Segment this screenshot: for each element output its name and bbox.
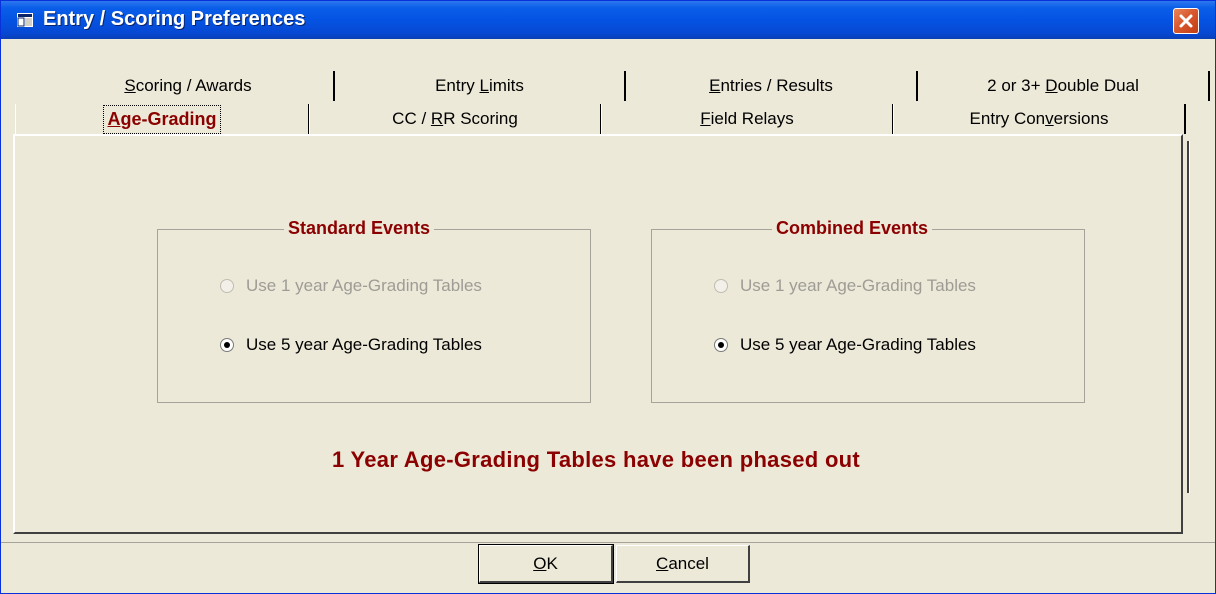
close-icon xyxy=(1179,14,1193,28)
tab-entries-results[interactable]: Entries / Results xyxy=(626,71,918,101)
radio-button xyxy=(714,279,728,293)
tab-stack-edge-highlight xyxy=(1189,141,1190,493)
tab-entry-limits[interactable]: Entry Limits xyxy=(335,71,626,101)
standard-5-year-option[interactable]: Use 5 year Age-Grading Tables xyxy=(220,335,482,355)
radio-button xyxy=(220,279,234,293)
title-bar[interactable]: Entry / Scoring Preferences xyxy=(1,1,1215,39)
window-title: Entry / Scoring Preferences xyxy=(43,8,306,30)
tab-age-grading[interactable]: Age-Grading xyxy=(15,104,310,134)
tab-entry-conversions[interactable]: Entry Conversions xyxy=(893,104,1186,134)
phase-out-notice: 1 Year Age-Grading Tables have been phas… xyxy=(331,447,861,472)
radio-button[interactable] xyxy=(220,338,234,352)
tab-cc-rr-scoring[interactable]: CC / RR Scoring xyxy=(309,104,602,134)
standard-events-group: Standard Events Use 1 year Age-Grading T… xyxy=(157,218,591,403)
standard-1-year-option: Use 1 year Age-Grading Tables xyxy=(220,276,482,296)
close-button[interactable] xyxy=(1173,8,1199,34)
tab-page-age-grading: Standard Events Use 1 year Age-Grading T… xyxy=(13,134,1183,534)
combined-events-group: Combined Events Use 1 year Age-Grading T… xyxy=(651,218,1085,403)
app-window-icon xyxy=(17,13,33,27)
radio-button[interactable] xyxy=(714,338,728,352)
combined-5-year-option[interactable]: Use 5 year Age-Grading Tables xyxy=(714,335,976,355)
tab-scoring-awards[interactable]: Scoring / Awards xyxy=(43,71,335,101)
tab-field-relays[interactable]: Field Relays xyxy=(601,104,894,134)
group-title: Standard Events xyxy=(284,218,435,239)
tab-double-dual[interactable]: 2 or 3+ Double Dual xyxy=(918,71,1210,101)
group-title: Combined Events xyxy=(772,218,933,239)
combined-1-year-option: Use 1 year Age-Grading Tables xyxy=(714,276,976,296)
ok-button[interactable]: OK xyxy=(478,544,614,584)
cancel-button[interactable]: Cancel xyxy=(616,545,750,583)
footer-separator xyxy=(1,542,1215,543)
preferences-dialog: Entry / Scoring Preferences Scoring / Aw… xyxy=(0,0,1216,594)
